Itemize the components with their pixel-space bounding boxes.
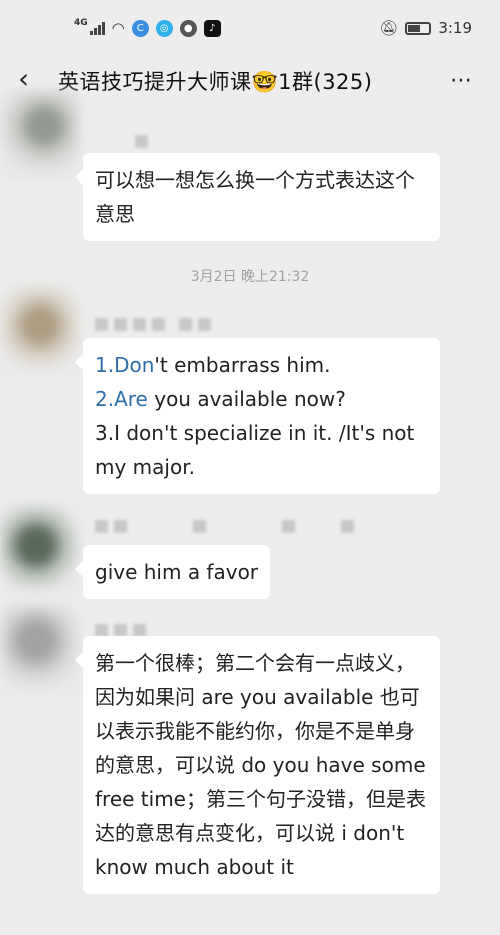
highlighted-word: Don: [114, 353, 155, 377]
back-arrow-icon[interactable]: ‹: [18, 65, 40, 93]
line-text: 3.I don't specialize in it. /It's not my…: [95, 421, 415, 479]
message-bubble[interactable]: 1.Don't embarrass him. 2.Are you availab…: [75, 338, 440, 494]
message-bubble[interactable]: 可以想一想怎么换一个方式表达这个意思: [75, 153, 440, 241]
highlighted-word: Are: [114, 387, 148, 411]
line-number: 1.: [95, 353, 115, 377]
line-number: 2.: [95, 387, 115, 411]
message-bubble[interactable]: 第一个很棒；第二个会有一点歧义，因为如果问 are you available …: [75, 636, 440, 894]
avatar[interactable]: [0, 605, 80, 695]
clock: 3:19: [438, 19, 472, 37]
mute-icon: 🔕︎: [379, 19, 399, 37]
sender-name: [135, 135, 148, 148]
signal-icon: [89, 21, 105, 35]
status-left: 4G ◠ C ◎ ● ♪: [74, 18, 221, 37]
tiktok-icon: ♪: [203, 19, 221, 37]
browser-notification-icon: ◎: [155, 19, 173, 37]
message-text: give him a favor: [95, 560, 259, 584]
more-icon[interactable]: ⋯: [450, 68, 474, 93]
message-line: 3.I don't specialize in it. /It's not my…: [95, 416, 428, 484]
avatar[interactable]: [0, 90, 80, 180]
battery-icon: [405, 21, 432, 35]
status-bar: 4G ◠ C ◎ ● ♪ 🔕︎ 3:19: [0, 0, 500, 56]
network-type: 4G: [74, 18, 88, 28]
chat-notification-icon: ●: [179, 19, 197, 37]
sender-name: [95, 318, 211, 331]
sender-name: [95, 520, 354, 533]
message-line: 1.Don't embarrass him.: [95, 348, 428, 382]
message-bubble[interactable]: give him a favor: [74, 545, 271, 599]
wifi-icon: ◠: [111, 19, 125, 37]
app-notification-icon: C: [131, 19, 149, 37]
message-text: 第一个很棒；第二个会有一点歧义，因为如果问 are you available …: [95, 651, 426, 879]
chat-title: 英语技巧提升大师课🤓1群(325): [58, 70, 373, 94]
line-text: you available now?: [147, 387, 346, 411]
avatar[interactable]: [0, 505, 80, 595]
message-text: 可以想一想怎么换一个方式表达这个意思: [95, 168, 415, 226]
line-text: 't embarrass him.: [154, 353, 331, 377]
message-line: 2.Are you available now?: [95, 382, 428, 416]
status-right: 🔕︎ 3:19: [379, 19, 472, 37]
avatar[interactable]: [0, 285, 80, 375]
timestamp: 3月2日 晚上21:32: [190, 269, 310, 285]
